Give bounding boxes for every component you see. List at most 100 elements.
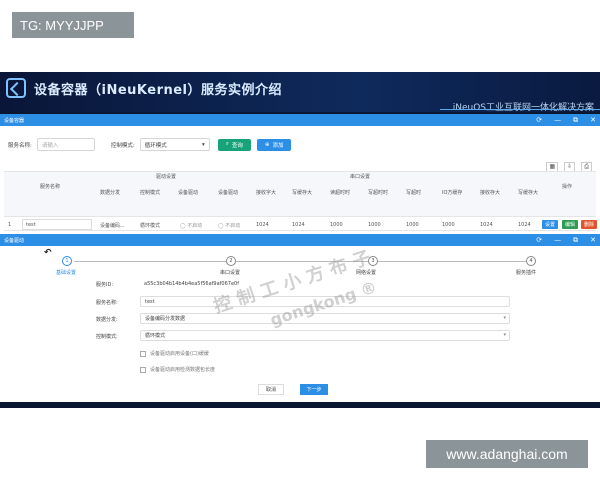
add-button[interactable]: ⊕ 添加 [256,138,292,151]
window-titlebar: 设备容器 ⟳ — ⧉ ✕ [0,114,600,126]
cell-name[interactable]: test [22,219,92,230]
plus-icon: ⊕ [264,141,270,148]
banner: 设备容器（iNeuKernel）服务实例介绍 iNeuOS工业互联网一体化解决方… [0,72,600,113]
maximize-icon[interactable]: ⧉ [573,116,578,125]
step-line-1 [74,261,226,262]
checkbox-icon [140,350,146,357]
control-mode-value: 循环模式 [144,142,167,149]
logo-icon [6,78,26,98]
query-button[interactable]: ⌕ 查询 [217,138,251,151]
device-container-window: 设备容器 ⟳ — ⧉ ✕ 服务名称: 请输入 控制模式: 循环模式 ▾ ⌕ 查询… [0,114,600,240]
serial-group-header: 串口设置 [350,174,371,180]
service-table: 驱动设置 串口设置 操作 服务名称 数据分发 控制模式 设备驱动 设备驱动 接收… [4,171,598,231]
cancel-button[interactable]: 取消 [258,384,284,395]
wizard-actions: 取消 下一步 [258,384,328,395]
next-button[interactable]: 下一步 [300,384,328,395]
cache-checkbox[interactable]: 设备驱动启用设备(口)缓缓 [140,350,209,357]
window-controls: ⟳ — ⧉ ✕ [536,116,596,125]
chevron-down-icon: ▾ [201,141,205,148]
service-name-placeholder: 请输入 [41,142,59,149]
control-mode-select[interactable]: 循环模式 [140,330,510,341]
driver-group-header: 驱动设置 [156,174,177,180]
add-button-label: 添加 [272,142,284,149]
chevron-down-icon: ▾ [503,332,506,338]
cell-recv-store: 1024 [480,222,493,228]
data-dist-select[interactable]: 设备编码分发数据 [140,313,510,324]
col-read-timeout: 读超时时 [330,190,351,196]
tag-top-left: TG: MYYJJPP [12,12,134,38]
cell-driver-1[interactable]: ◯ 不启动 [180,222,202,229]
col-write-cache-2: 写缓存大 [518,190,539,196]
window-title: 设备驱动 [4,237,25,244]
table-row[interactable]: 1 test 设备编码... 循环模式 ◯ 不启动 ◯ 不启动 1024 102… [4,219,598,231]
packet-length-checkbox-label: 设备驱动启用检测数据包长度 [150,367,216,373]
step-4-label: 服务插件 [516,270,537,276]
window-controls: ⟳ — ⧉ ✕ [536,236,596,245]
window-titlebar: 设备驱动 ⟳ — ⧉ ✕ [0,234,600,246]
settings-button[interactable]: 设置 [542,220,559,229]
search-bar: 服务名称: 请输入 控制模式: 循环模式 ▾ ⌕ 查询 ⊕ 添加 [8,138,292,151]
close-icon[interactable]: ✕ [590,116,596,125]
col-recv-size: 接收字大 [256,190,277,196]
control-mode-select[interactable]: 循环模式 ▾ [139,138,210,151]
control-mode-row: 控制模式: 循环模式 ▾ [96,330,510,342]
cell-driver-2[interactable]: ◯ 不启动 [218,222,240,229]
packet-length-checkbox[interactable]: 设备驱动启用检测数据包长度 [140,366,215,373]
banner-title: 设备容器（iNeuKernel）服务实例介绍 [34,83,283,98]
cell-driver-1-label: 不启动 [187,223,203,229]
cell-data-dist: 设备编码... [100,223,125,229]
checkbox-icon [140,366,146,373]
col-control-mode: 控制模式 [140,190,161,196]
refresh-icon[interactable]: ⟳ [536,236,542,245]
cell-io-cache: 1000 [442,222,455,228]
edit-button[interactable]: 编辑 [562,220,579,229]
op-header: 操作 [562,184,573,190]
col-device-driver-1: 设备驱动 [178,190,199,196]
search-icon: ⌕ [225,141,229,147]
col-data-dist: 数据分发 [100,190,121,196]
data-dist-label: 数据分发: [96,317,118,323]
cell-write-cache: 1024 [292,222,305,228]
chevron-down-icon: ▾ [503,315,506,321]
cell-driver-2-label: 不启动 [225,223,241,229]
step-line-3 [378,261,526,262]
cache-checkbox-label: 设备驱动启用设备(口)缓缓 [150,351,209,357]
col-io-cache: IO方缓存 [442,190,463,196]
service-id-label: 服务ID: [96,282,114,288]
screenshot: TG: MYYJJPP 设备容器（iNeuKernel）服务实例介绍 iNeuO… [0,0,600,480]
step-4-dot[interactable]: 4 [526,256,536,266]
step-2-label: 串口设置 [220,270,241,276]
col-service-name[interactable]: 服务名称 [40,183,60,190]
service-name-input[interactable]: 请输入 [36,138,95,151]
app-frame: 设备容器（iNeuKernel）服务实例介绍 iNeuOS工业互联网一体化解决方… [0,72,600,408]
col-write-timeout-2: 写超时 [406,190,422,196]
cell-index: 1 [8,222,12,228]
tag-bottom-right: www.adanghai.com [426,440,588,468]
cell-write-timeout: 1000 [368,222,381,228]
col-recv-store: 接收存大 [480,190,501,196]
minimize-icon[interactable]: — [554,236,561,245]
close-icon[interactable]: ✕ [590,236,596,245]
col-write-timeout: 写超时时 [368,190,389,196]
maximize-icon[interactable]: ⧉ [573,236,578,245]
col-write-cache: 写缓存大 [292,190,313,196]
control-mode-label: 控制模式: [96,334,118,340]
step-2-dot[interactable]: 2 [226,256,236,266]
cell-write-cache-2: 1024 [518,222,531,228]
banner-subtitle: iNeuOS工业互联网一体化解决方案 [452,103,594,113]
step-1-dot[interactable]: 1 [62,256,72,266]
minimize-icon[interactable]: — [554,116,561,125]
delete-button[interactable]: 删除 [581,220,598,229]
step-1-label: 基础设置 [56,270,77,276]
refresh-icon[interactable]: ⟳ [536,116,542,125]
cell-recv-size: 1024 [256,222,269,228]
service-name-label: 服务名称: [96,300,118,306]
cell-read-timeout: 1000 [330,222,343,228]
control-mode-label: 控制模式: [110,142,135,149]
cell-control-mode: 循环模式 [140,223,161,229]
service-name-label: 服务名称: [8,142,32,149]
query-button-label: 查询 [231,142,243,149]
col-device-driver-2: 设备驱动 [218,190,239,196]
banner-divider [440,109,600,110]
cell-write-timeout-2: 1000 [406,222,419,228]
